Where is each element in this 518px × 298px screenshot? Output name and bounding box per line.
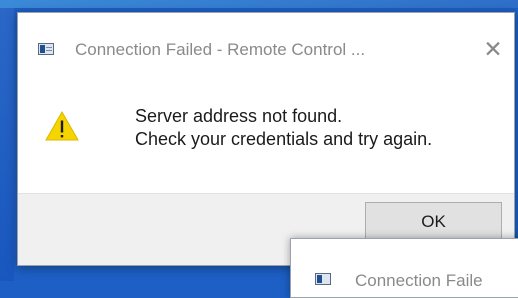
dialog-title-bar[interactable]: Connection Failed - Remote Control ... ✕ [18, 13, 514, 91]
dialog-title: Connection Failed - Remote Control ... [75, 40, 366, 59]
ok-button[interactable]: OK [365, 202, 502, 241]
message-line-2: Check your credentials and try again. [135, 129, 433, 149]
dialog-message: Server address not found. Check your cre… [135, 105, 432, 151]
app-window-icon [38, 43, 54, 55]
dialog-content: Server address not found. Check your cre… [18, 91, 514, 193]
background-dialog[interactable]: Connection Faile [290, 238, 518, 298]
connection-failed-dialog: Connection Failed - Remote Control ... ✕… [17, 12, 515, 266]
desktop-background-left [0, 8, 14, 281]
message-line-1: Server address not found. [135, 106, 343, 126]
warning-triangle-icon [45, 111, 79, 141]
app-window-icon [315, 273, 331, 285]
background-dialog-title: Connection Faile [355, 271, 483, 290]
desktop-background-top [0, 0, 518, 8]
close-button[interactable]: ✕ [482, 38, 504, 61]
